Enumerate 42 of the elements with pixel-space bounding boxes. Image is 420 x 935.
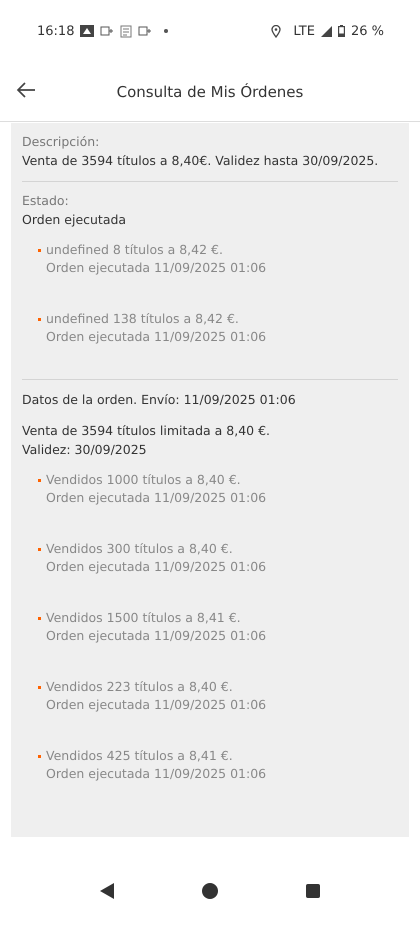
bullet-icon — [38, 318, 41, 321]
execution-time: Orden ejecutada 11/09/2025 01:06 — [46, 765, 266, 783]
execution-time: Orden ejecutada 11/09/2025 01:06 — [46, 558, 266, 576]
image-icon — [80, 25, 94, 37]
execution-time: Orden ejecutada 11/09/2025 01:06 — [46, 489, 266, 507]
bullet-icon — [38, 249, 41, 252]
execution-detail: undefined 138 títulos a 8,42 €. — [46, 310, 240, 328]
execution-detail: Vendidos 1500 títulos a 8,41 €. — [46, 609, 242, 627]
bullet-icon — [38, 686, 41, 689]
location-icon — [271, 24, 282, 38]
notification-icon — [138, 25, 152, 37]
page-title: Consulta de Mis Órdenes — [116, 82, 304, 100]
battery-level: 26 % — [350, 24, 384, 38]
description-label: Descripción: — [22, 133, 100, 151]
back-nav-icon[interactable] — [100, 883, 114, 899]
execution-detail: Vendidos 1000 títulos a 8,40 €. — [46, 471, 242, 489]
state-value: Orden ejecutada — [22, 211, 128, 229]
dot-icon — [164, 29, 168, 33]
execution-time: Orden ejecutada 11/09/2025 01:06 — [46, 259, 266, 277]
execution-detail: Vendidos 425 títulos a 8,41 €. — [46, 747, 234, 765]
bullet-icon — [38, 617, 41, 620]
execution-time: Orden ejecutada 11/09/2025 01:06 — [46, 328, 266, 346]
battery-icon — [338, 25, 345, 37]
home-nav-icon[interactable] — [202, 883, 218, 899]
description-value: Venta de 3594 títulos a 8,40€. Validez hasta 30/09/2025. — [22, 152, 380, 170]
signal-icon — [320, 26, 332, 36]
execution-time: Orden ejecutada 11/09/2025 01:06 — [46, 627, 266, 645]
network-type: LTE — [293, 24, 315, 38]
execution-detail: undefined 8 títulos a 8,42 €. — [46, 241, 224, 259]
status-time: 16:18 — [37, 24, 74, 38]
bullet-icon — [38, 548, 41, 551]
bullet-icon — [38, 479, 41, 482]
notification-icon — [120, 24, 132, 38]
execution-detail: Vendidos 223 títulos a 8,40 €. — [46, 678, 234, 696]
notification-icon — [100, 25, 114, 37]
order-summary: Venta de 3594 títulos limitada a 8,40 €. — [22, 422, 272, 440]
execution-time: Orden ejecutada 11/09/2025 01:06 — [46, 696, 266, 714]
execution-detail: Vendidos 300 títulos a 8,40 €. — [46, 540, 234, 558]
bullet-icon — [38, 755, 41, 758]
state-label: Estado: — [22, 192, 70, 210]
order-validity: Validez: 30/09/2025 — [22, 441, 148, 459]
order-data-title: Datos de la orden. Envío: 11/09/2025 01:06 — [22, 391, 297, 409]
